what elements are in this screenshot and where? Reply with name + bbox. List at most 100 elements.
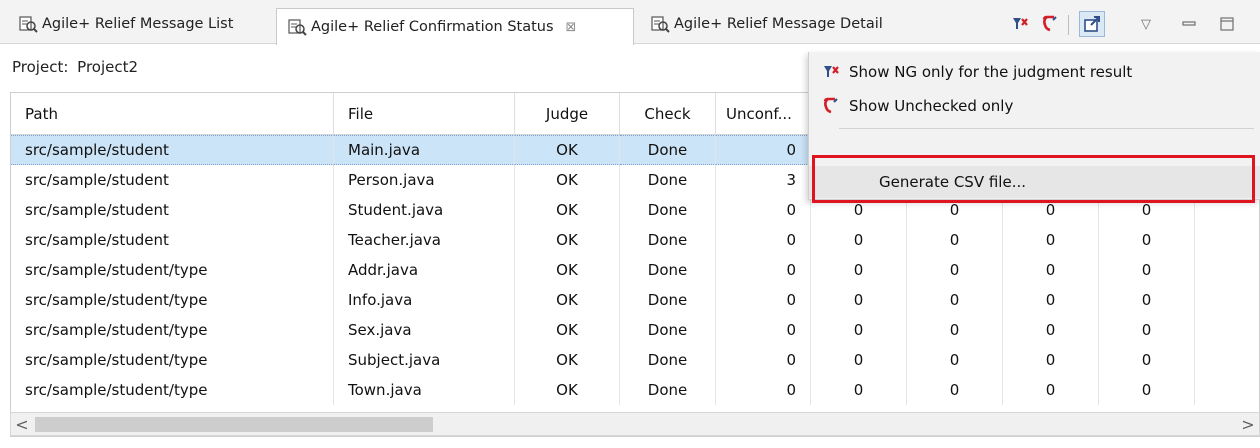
tab-confirmation-status[interactable]: Agile+ Relief Confirmation Status ⊠ <box>276 8 634 45</box>
cell-check: Done <box>620 195 716 225</box>
menu-item-label: Show Unchecked only <box>849 97 1014 115</box>
filter-ng-icon <box>1013 18 1028 29</box>
cell-path: src/sample/student/type <box>11 345 334 375</box>
maximize-icon <box>1220 17 1234 31</box>
table-row[interactable]: src/sample/student Teacher.java OK Done 0 0 0 0… <box>11 225 1259 255</box>
cell-file: Subject.java <box>334 345 515 375</box>
cell-judge: OK <box>515 165 620 195</box>
horizontal-scrollbar[interactable]: < > <box>10 412 1260 436</box>
cell-path: src/sample/student <box>11 135 334 165</box>
cell-check: Done <box>620 285 716 315</box>
cell-count: 0 <box>716 195 811 225</box>
unchecked-filter-icon <box>1042 15 1057 32</box>
tab-message-detail[interactable]: Agile+ Relief Message Detail <box>640 8 910 40</box>
column-header-file[interactable]: File <box>334 93 515 135</box>
callout-highlight-box <box>812 155 1255 203</box>
menu-item-show-unchecked-only[interactable]: Show Unchecked only <box>809 90 1260 122</box>
cell-count: 0 <box>811 345 907 375</box>
cell-path: src/sample/student/type <box>11 315 334 345</box>
cell-file: Person.java <box>334 165 515 195</box>
cell-path: src/sample/student/type <box>11 375 334 405</box>
cell-count: 0 <box>716 375 811 405</box>
cell-check: Done <box>620 165 716 195</box>
column-header-path[interactable]: Path <box>11 93 334 135</box>
cell-count: 0 <box>811 285 907 315</box>
view-menu-icon: ▽ <box>1141 16 1151 32</box>
tab-message-list[interactable]: Agile+ Relief Message List <box>8 8 270 40</box>
cell-file: Town.java <box>334 375 515 405</box>
cell-file: Addr.java <box>334 255 515 285</box>
menu-item-show-ng-only[interactable]: Show NG only for the judgment result <box>809 56 1260 88</box>
cell-check: Done <box>620 345 716 375</box>
cell-count: 0 <box>811 375 907 405</box>
unchecked-filter-button[interactable] <box>1037 11 1063 37</box>
table-row[interactable]: src/sample/student/type Subject.java OK Don… <box>11 345 1259 375</box>
export-icon <box>1084 16 1100 32</box>
cell-count: 0 <box>1003 225 1099 255</box>
cell-count: 0 <box>1099 345 1195 375</box>
cell-count: 0 <box>716 285 811 315</box>
minimize-button[interactable] <box>1176 11 1202 37</box>
cell-path: src/sample/student <box>11 165 334 195</box>
cell-judge: OK <box>515 285 620 315</box>
cell-count: 0 <box>811 315 907 345</box>
cell-file: Student.java <box>334 195 515 225</box>
cell-count: 0 <box>907 375 1003 405</box>
cell-count: 0 <box>811 225 907 255</box>
table-row[interactable]: src/sample/student/type Addr.java OK Done 0 0… <box>11 255 1259 285</box>
table-row[interactable]: src/sample/student/type Sex.java OK Done 0 0 0… <box>11 315 1259 345</box>
tab-label: Agile+ Relief Confirmation Status <box>311 19 554 35</box>
table-row[interactable]: src/sample/student/type Town.java OK Done 0 0… <box>11 375 1259 405</box>
cell-check: Done <box>620 255 716 285</box>
scroll-right-icon[interactable]: > <box>1237 413 1259 435</box>
cell-count: 0 <box>1099 255 1195 285</box>
cell-count: 0 <box>716 225 811 255</box>
cell-judge: OK <box>515 315 620 345</box>
relief-view-icon <box>651 16 670 33</box>
cell-count: 0 <box>1099 375 1195 405</box>
cell-judge: OK <box>515 225 620 255</box>
export-button[interactable] <box>1079 11 1105 37</box>
filter-ng-icon <box>821 62 841 82</box>
cell-count: 0 <box>1003 285 1099 315</box>
scrollbar-thumb[interactable] <box>35 417 433 432</box>
cell-path: src/sample/student <box>11 225 334 255</box>
cell-path: src/sample/student/type <box>11 285 334 315</box>
table-row[interactable]: src/sample/student/type Info.java OK Done 0 0… <box>11 285 1259 315</box>
cell-count: 0 <box>907 315 1003 345</box>
cell-path: src/sample/student <box>11 195 334 225</box>
cell-judge: OK <box>515 375 620 405</box>
view-menu-button[interactable]: ▽ <box>1133 11 1159 37</box>
cell-count: 0 <box>716 345 811 375</box>
cell-judge: OK <box>515 255 620 285</box>
relief-view-icon <box>19 16 38 33</box>
close-icon[interactable]: ⊠ <box>566 20 577 35</box>
cell-count: 0 <box>1003 315 1099 345</box>
view-tab-bar: Agile+ Relief Message List Agile+ Relief… <box>0 0 1260 45</box>
scroll-left-icon[interactable]: < <box>11 413 33 435</box>
minimize-icon <box>1182 21 1196 26</box>
cell-judge: OK <box>515 135 620 165</box>
tab-label: Agile+ Relief Message Detail <box>674 16 883 32</box>
cell-count: 0 <box>907 345 1003 375</box>
cell-file: Main.java <box>334 135 515 165</box>
menu-separator <box>839 128 1254 129</box>
cell-count: 0 <box>1099 285 1195 315</box>
cell-check: Done <box>620 135 716 165</box>
cell-judge: OK <box>515 345 620 375</box>
filter-ng-button[interactable] <box>1007 11 1033 37</box>
project-name: Project2 <box>77 58 139 76</box>
cell-count: 0 <box>716 135 811 165</box>
maximize-button[interactable] <box>1214 11 1240 37</box>
column-header-judge[interactable]: Judge <box>515 93 620 135</box>
cell-path: src/sample/student/type <box>11 255 334 285</box>
menu-item-label: Show NG only for the judgment result <box>849 63 1133 81</box>
column-header-unconfirmed[interactable]: Unconf... <box>716 93 811 135</box>
column-header-check[interactable]: Check <box>620 93 716 135</box>
tab-label: Agile+ Relief Message List <box>42 16 234 32</box>
cell-count: 0 <box>907 285 1003 315</box>
cell-count: 0 <box>716 315 811 345</box>
cell-count: 0 <box>716 255 811 285</box>
cell-check: Done <box>620 375 716 405</box>
cell-count: 3 <box>716 165 811 195</box>
